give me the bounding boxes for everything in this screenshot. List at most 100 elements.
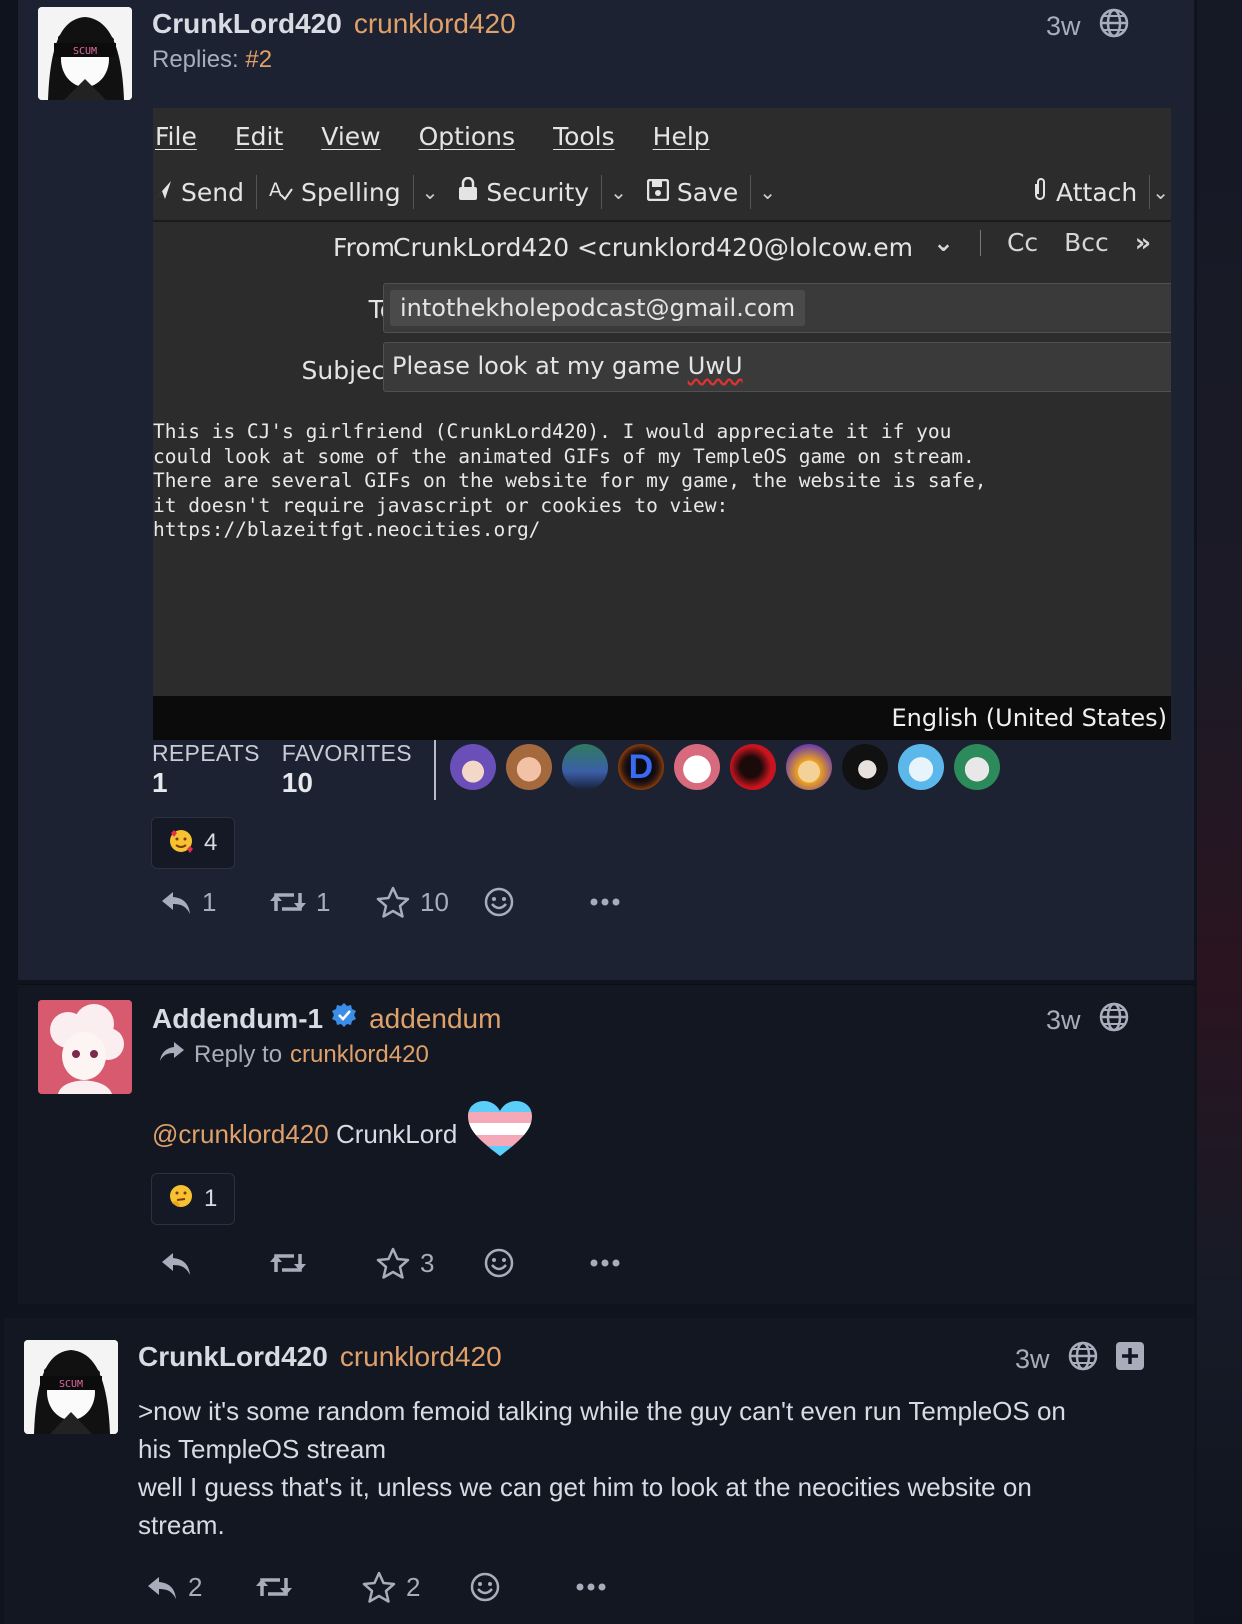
globe-icon: [1099, 1002, 1129, 1039]
send-button: Send: [153, 178, 256, 207]
add-reaction-button[interactable]: [484, 887, 590, 917]
post-meta: 3w: [1046, 8, 1129, 45]
star-icon: [376, 886, 410, 918]
smiley-icon: [484, 1248, 514, 1278]
boost-button[interactable]: 1: [270, 887, 376, 918]
thinking-face-icon: [168, 1183, 194, 1216]
bcc-button: Bcc: [1064, 228, 1109, 257]
plus-square-icon[interactable]: [1115, 1342, 1144, 1377]
avatar[interactable]: [841, 744, 888, 790]
display-name[interactable]: CrunkLord420: [138, 1341, 328, 1373]
smiley-icon: [470, 1572, 500, 1602]
reply-button[interactable]: 1: [160, 887, 270, 918]
reply-button[interactable]: [160, 1249, 270, 1277]
avatar[interactable]: [897, 744, 944, 790]
repeats-stat[interactable]: REPEATS 1: [152, 740, 260, 799]
reaction-count: 4: [204, 829, 218, 856]
avatar[interactable]: [505, 744, 552, 790]
email-body-line: it doesn't require javascript or cookies…: [153, 493, 729, 517]
avatar[interactable]: [729, 744, 776, 790]
menu-view: View: [321, 121, 381, 151]
display-name[interactable]: Addendum-1: [152, 1003, 323, 1035]
subject-label: Subject: [301, 356, 395, 385]
timestamp[interactable]: 3w: [1046, 1005, 1081, 1036]
verified-badge-icon: [331, 1002, 357, 1035]
reply-button[interactable]: 2: [146, 1572, 256, 1603]
avatar[interactable]: [953, 744, 1000, 790]
reply-icon: [160, 1249, 192, 1277]
more-button[interactable]: [590, 1258, 620, 1268]
attached-screenshot[interactable]: File Edit View Options Tools Help Send A…: [153, 108, 1171, 740]
subject-text: Please look at my game: [392, 352, 688, 380]
svg-text:SCUM: SCUM: [73, 46, 97, 57]
reply-to-label: Reply to: [194, 1040, 283, 1068]
share-arrow-icon: [158, 1040, 186, 1069]
avatar[interactable]: [449, 744, 496, 790]
post-actions: 2 2: [146, 1571, 606, 1603]
cc-button: Cc: [1006, 228, 1039, 257]
avatar[interactable]: D: [617, 744, 664, 790]
emoji-reaction[interactable]: 4: [151, 817, 235, 869]
account-handle[interactable]: crunklord420: [340, 1341, 502, 1373]
more-button[interactable]: [590, 897, 620, 907]
timestamp[interactable]: 3w: [1046, 11, 1081, 42]
security-button: Security: [446, 176, 601, 207]
globe-icon: [1068, 1341, 1098, 1378]
boost-icon: [270, 1250, 306, 1276]
double-chevron-right-icon: »: [1134, 228, 1151, 257]
favorites-stat[interactable]: FAVORITES 10: [282, 740, 412, 799]
boost-button[interactable]: [256, 1574, 362, 1600]
globe-icon: [1099, 8, 1129, 45]
menu-tools: Tools: [553, 121, 615, 151]
lock-icon: [458, 176, 478, 207]
spelling-icon: A: [269, 177, 293, 207]
avatar[interactable]: SCUM: [24, 1340, 118, 1434]
svg-text:SCUM: SCUM: [59, 1379, 83, 1390]
background-edge: [1197, 0, 1242, 1624]
replies-link[interactable]: #2: [245, 46, 272, 73]
avatar[interactable]: [561, 744, 608, 790]
save-button: Save: [635, 178, 750, 207]
email-body-line: https://blazeitfgt.neocities.org/: [153, 518, 541, 541]
email-body-line: could look at some of the animated GIFs …: [153, 444, 975, 468]
post-text-line: stream.: [138, 1510, 225, 1540]
chevron-down-icon: ⌄: [759, 180, 776, 204]
subject-misspelled: UwU: [687, 352, 743, 380]
more-button[interactable]: [576, 1582, 606, 1592]
replies-line: Replies: #2: [152, 46, 272, 74]
post-content: @crunklord420 CrunkLord: [152, 1100, 533, 1168]
favorite-button[interactable]: 2: [362, 1571, 470, 1603]
avatar[interactable]: [38, 1000, 132, 1094]
reply-to-line: Reply to crunklord420: [158, 1040, 429, 1069]
ellipsis-icon: [590, 1258, 620, 1268]
add-reaction-button[interactable]: [470, 1572, 576, 1602]
reply-to-link[interactable]: crunklord420: [290, 1041, 429, 1069]
reply-icon: [146, 1573, 178, 1601]
add-reaction-button[interactable]: [484, 1248, 590, 1278]
mention-link[interactable]: @crunklord420: [152, 1115, 329, 1153]
favorite-button[interactable]: 10: [376, 886, 484, 918]
menu-edit: Edit: [234, 121, 284, 151]
post-meta: 3w: [1046, 1002, 1129, 1039]
post-text: CrunkLord: [328, 1119, 458, 1149]
attach-button: Attach: [1020, 176, 1149, 208]
post-header: CrunkLord420 crunklord420: [152, 8, 516, 40]
star-icon: [362, 1571, 396, 1603]
emoji-reaction[interactable]: 1: [151, 1173, 235, 1225]
boost-button[interactable]: [270, 1250, 376, 1276]
chevron-down-icon: ⌄: [421, 180, 439, 204]
timestamp[interactable]: 3w: [1015, 1344, 1050, 1375]
account-handle[interactable]: crunklord420: [354, 8, 516, 40]
boost-icon: [270, 889, 306, 915]
menu-help: Help: [652, 121, 710, 151]
avatar[interactable]: [673, 744, 720, 790]
email-body-line: This is CJ's girlfriend (CrunkLord420). …: [153, 420, 952, 443]
avatar[interactable]: [785, 744, 832, 790]
display-name[interactable]: CrunkLord420: [152, 8, 342, 40]
favorite-button[interactable]: 3: [376, 1247, 484, 1279]
chevron-down-icon: ⌄: [933, 228, 954, 257]
post-actions: 1 1 10: [160, 886, 620, 918]
account-handle[interactable]: addendum: [369, 1003, 501, 1035]
avatar[interactable]: SCUM: [38, 7, 132, 100]
paperclip-icon: [1032, 176, 1048, 208]
